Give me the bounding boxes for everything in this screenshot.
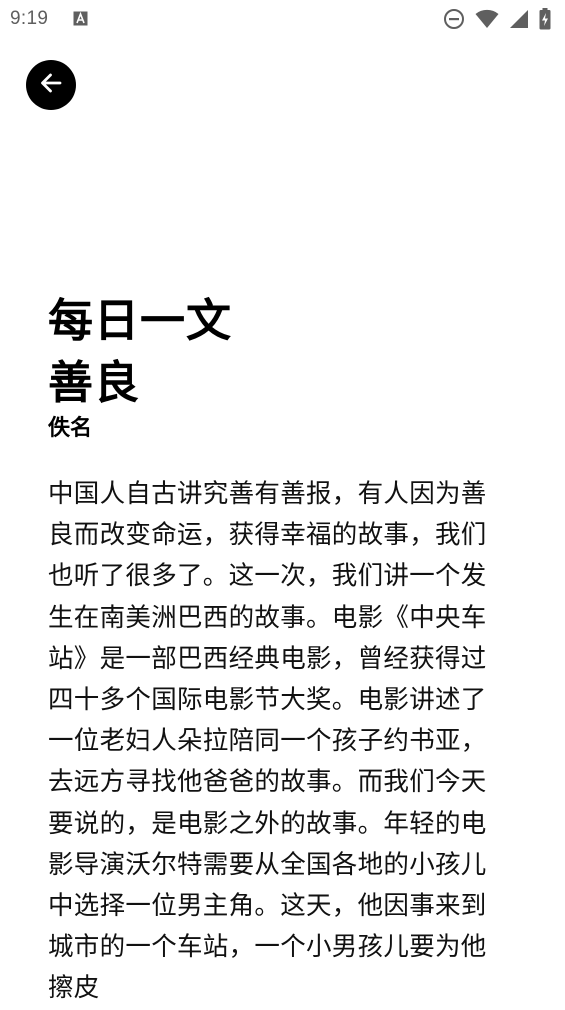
status-time: 9:19 — [10, 8, 49, 29]
article-column-title: 每日一文 — [48, 294, 233, 347]
arrow-left-icon — [38, 70, 64, 100]
a-box-icon — [73, 11, 88, 26]
article-body-text: 中国人自古讲究善有善报，有人因为善良而改变命运，获得幸福的故事，我们也听了很多了… — [48, 479, 487, 1004]
article-title: 善良 — [48, 356, 141, 409]
wifi-icon — [475, 9, 499, 29]
do-not-disturb-icon — [443, 8, 465, 30]
article: 每日一文 善良 佚名 中国人自古讲究善有善报，有人因为善良而改变命运，获得幸福的… — [48, 290, 508, 1010]
back-button[interactable] — [26, 60, 76, 110]
status-bar: 9:19 — [0, 0, 565, 38]
status-icons — [443, 7, 551, 31]
cellular-signal-icon — [509, 9, 529, 29]
battery-charging-icon — [539, 8, 551, 30]
article-author: 佚名 — [48, 416, 93, 441]
article-body: 中国人自古讲究善有善报，有人因为善良而改变命运，获得幸福的故事，我们也听了很多了… — [48, 474, 508, 1010]
